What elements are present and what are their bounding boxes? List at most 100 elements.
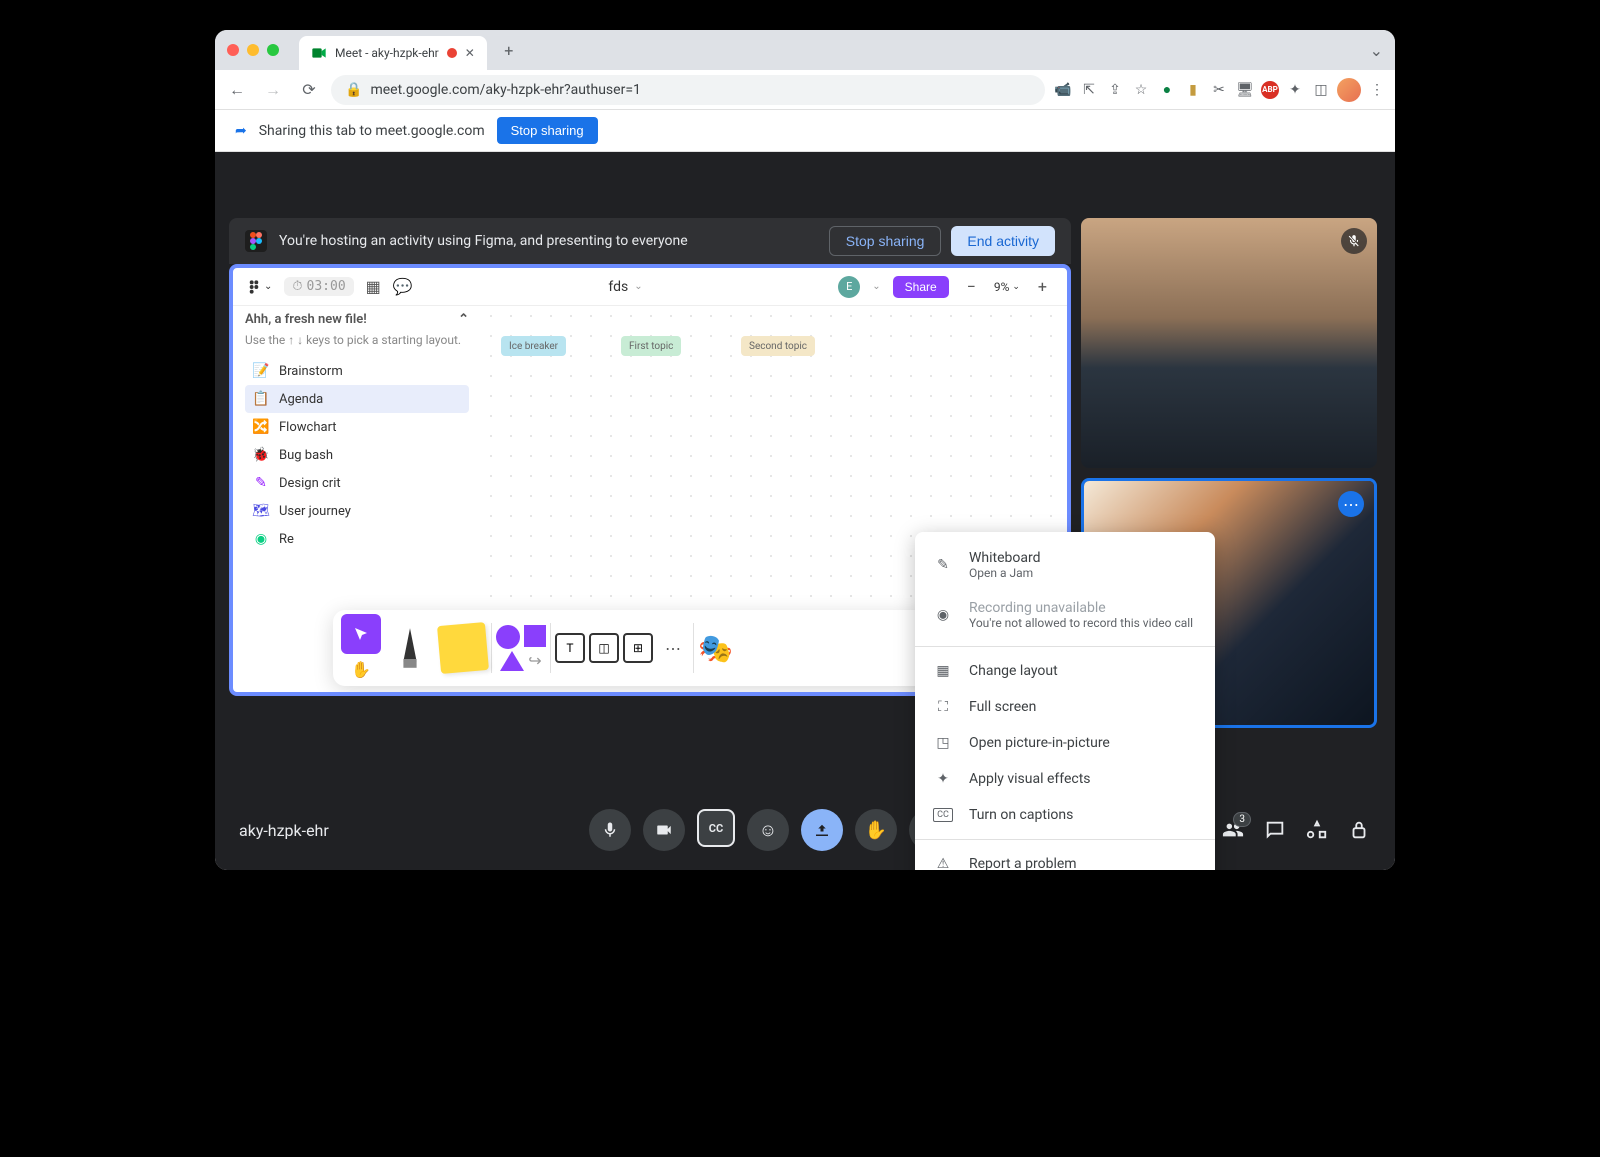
layout-agenda[interactable]: 📋Agenda <box>245 385 469 413</box>
share-indicator-icon: ➦ <box>235 123 247 139</box>
zoom-level[interactable]: 9%⌄ <box>994 280 1020 294</box>
text-tool[interactable]: T <box>555 633 585 663</box>
menu-recording: ◉ Recording unavailableYou're not allowe… <box>915 590 1215 640</box>
sticky-note-tool[interactable] <box>437 622 489 674</box>
topic-icebreaker[interactable]: Ice breaker <box>501 336 566 356</box>
new-tab-button[interactable]: + <box>495 36 523 64</box>
minimize-window-button[interactable] <box>247 44 259 56</box>
profile-avatar[interactable] <box>1337 78 1361 102</box>
chat-button[interactable] <box>1263 818 1287 842</box>
design-crit-icon: ✎ <box>253 475 269 491</box>
zoom-in-button[interactable]: + <box>1032 277 1053 296</box>
layout-icon: ▦ <box>933 663 953 679</box>
menu-captions[interactable]: CCTurn on captions <box>915 797 1215 833</box>
share-icon[interactable]: ⇪ <box>1105 80 1125 100</box>
collapse-icon[interactable]: ⌃ <box>458 312 469 327</box>
menu-pip[interactable]: ◳Open picture-in-picture <box>915 725 1215 761</box>
browser-menu-icon[interactable]: ⋮ <box>1367 80 1387 100</box>
activity-bar: You're hosting an activity using Figma, … <box>229 218 1071 264</box>
topic-second[interactable]: Second topic <box>741 336 815 356</box>
back-button[interactable]: ← <box>223 76 251 104</box>
extension-4-icon[interactable]: 🖥 <box>1235 80 1255 100</box>
menu-visual-effects[interactable]: ✦Apply visual effects <box>915 761 1215 797</box>
layout-brainstorm[interactable]: 📝Brainstorm <box>245 357 469 385</box>
figma-comment-icon[interactable]: 💬 <box>393 277 413 296</box>
figma-menu-button[interactable]: ⌄ <box>247 280 272 294</box>
menu-full-screen[interactable]: ⛶Full screen <box>915 689 1215 725</box>
layout-flowchart[interactable]: 🔀Flowchart <box>245 413 469 441</box>
hand-tool[interactable]: ✋ <box>341 656 381 682</box>
layout-design-crit[interactable]: ✎Design crit <box>245 469 469 497</box>
figma-project-name[interactable]: fds⌄ <box>608 279 642 295</box>
participant-tile-1[interactable] <box>1081 218 1377 468</box>
section-tool[interactable]: ◫ <box>589 633 619 663</box>
layout-user-journey[interactable]: 🗺User journey <box>245 497 469 525</box>
layout-bug-bash[interactable]: 🐞Bug bash <box>245 441 469 469</box>
extensions-icon[interactable]: ✦ <box>1285 80 1305 100</box>
shapes-tool[interactable]: ↪ <box>496 625 546 671</box>
browser-tab[interactable]: Meet - aky-hzpk-ehr ✕ <box>299 36 487 70</box>
meet-favicon-icon <box>311 45 327 61</box>
forward-button[interactable]: → <box>259 76 287 104</box>
record-icon: ◉ <box>933 607 953 623</box>
figma-collaborator-avatar[interactable]: E <box>838 276 860 298</box>
figma-layout-icon[interactable]: ▦ <box>366 277 381 296</box>
browser-tab-strip: Meet - aky-hzpk-ehr ✕ + ⌄ <box>215 30 1395 70</box>
select-tool[interactable] <box>341 614 381 654</box>
menu-whiteboard[interactable]: ✎ WhiteboardOpen a Jam <box>915 540 1215 590</box>
table-tool[interactable]: ⊞ <box>623 633 653 663</box>
muted-icon <box>1341 228 1367 254</box>
participant-video <box>1081 218 1377 468</box>
raise-hand-button[interactable]: ✋ <box>855 809 897 851</box>
open-external-icon[interactable]: ⇱ <box>1079 80 1099 100</box>
extension-2-icon[interactable]: ▮ <box>1183 80 1203 100</box>
topic-first[interactable]: First topic <box>621 336 681 356</box>
sidepanel-icon[interactable]: ◫ <box>1311 80 1331 100</box>
extension-1-icon[interactable]: ● <box>1157 80 1177 100</box>
abp-icon[interactable]: ABP <box>1261 81 1279 99</box>
figma-icon <box>245 230 267 252</box>
camera-icon[interactable]: 📹 <box>1053 80 1073 100</box>
camera-button[interactable] <box>643 809 685 851</box>
sparkle-icon: ✦ <box>933 771 953 787</box>
pip-icon: ◳ <box>933 735 953 751</box>
tab-dropdown-icon[interactable]: ⌄ <box>1370 41 1383 60</box>
pen-tool[interactable] <box>385 628 435 668</box>
more-tools-button[interactable]: ⋯ <box>657 639 689 658</box>
present-button[interactable] <box>801 809 843 851</box>
url-input[interactable]: 🔒 meet.google.com/aky-hzpk-ehr?authuser=… <box>331 75 1045 105</box>
people-button[interactable]: 3 <box>1221 818 1245 842</box>
layout-re[interactable]: ◉Re <box>245 525 469 553</box>
extension-3-icon[interactable]: ✂ <box>1209 80 1229 100</box>
stop-sharing-activity-button[interactable]: Stop sharing <box>829 226 942 256</box>
stamp-tool[interactable]: 🎭 <box>698 632 733 665</box>
close-tab-icon[interactable]: ✕ <box>465 46 475 60</box>
bookmark-icon[interactable]: ☆ <box>1131 80 1151 100</box>
maximize-window-button[interactable] <box>267 44 279 56</box>
menu-report-problem[interactable]: ⚠Report a problem <box>915 846 1215 870</box>
close-window-button[interactable] <box>227 44 239 56</box>
bug-icon: 🐞 <box>253 447 269 463</box>
figma-share-button[interactable]: Share <box>893 276 949 298</box>
figma-timer[interactable]: ⏱03:00 <box>284 277 353 296</box>
fullscreen-icon: ⛶ <box>933 699 953 715</box>
sidebar-hint: Use the ↑ ↓ keys to pick a starting layo… <box>245 333 469 347</box>
share-text: Sharing this tab to meet.google.com <box>259 123 485 139</box>
tab-title: Meet - aky-hzpk-ehr <box>335 46 439 60</box>
feedback-icon: ⚠ <box>933 856 953 870</box>
reactions-button[interactable]: ☺ <box>747 809 789 851</box>
mic-button[interactable] <box>589 809 631 851</box>
figma-toolbar: ⌄ ⏱03:00 ▦ 💬 fds⌄ E ⌄ Share − 9%⌄ + <box>233 268 1067 306</box>
stop-sharing-button[interactable]: Stop sharing <box>497 117 598 144</box>
journey-icon: 🗺 <box>253 503 269 519</box>
reload-button[interactable]: ⟳ <box>295 76 323 104</box>
tile-more-icon[interactable]: ⋯ <box>1338 491 1364 517</box>
end-activity-button[interactable]: End activity <box>951 226 1055 256</box>
activities-button[interactable] <box>1305 818 1329 842</box>
zoom-out-button[interactable]: − <box>961 277 982 296</box>
more-options-menu: ✎ WhiteboardOpen a Jam ◉ Recording unava… <box>915 532 1215 870</box>
captions-button[interactable]: CC <box>697 809 735 847</box>
collaborator-dropdown-icon[interactable]: ⌄ <box>872 281 880 292</box>
host-controls-button[interactable] <box>1347 818 1371 842</box>
menu-change-layout[interactable]: ▦Change layout <box>915 653 1215 689</box>
